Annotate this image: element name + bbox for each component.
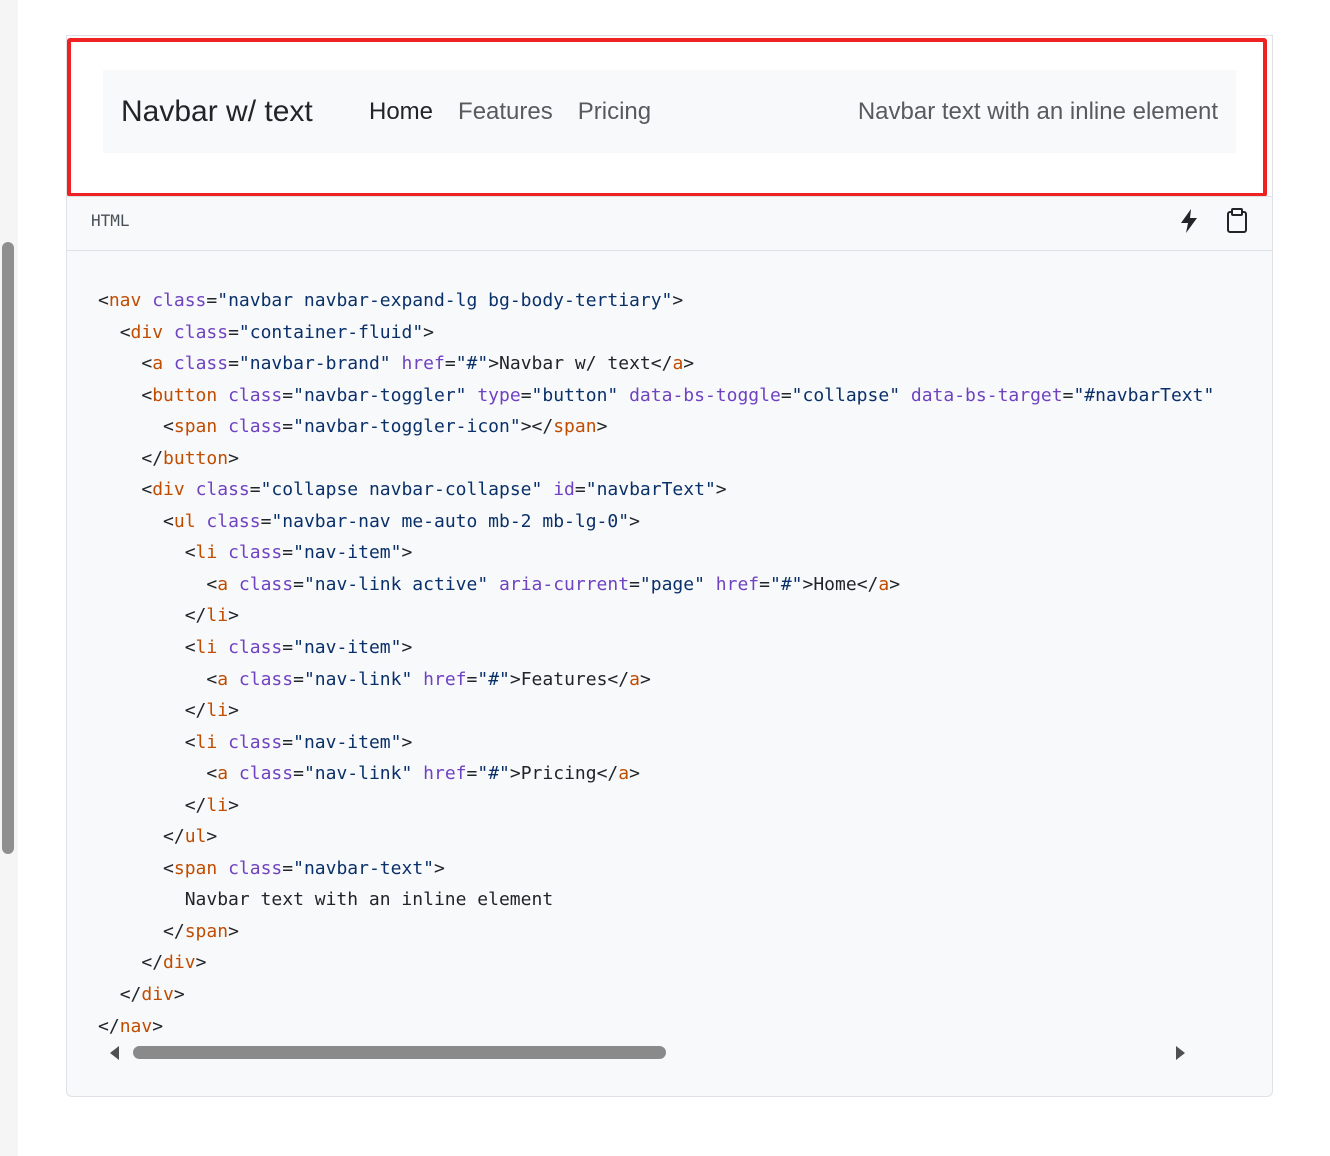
scroll-right-arrow-icon[interactable] [1176,1046,1185,1060]
code-panel: HTML <nav class="navbar navbar-expand-lg… [66,196,1273,1097]
code-header: HTML [67,197,1272,251]
nav-item: Home [369,96,458,128]
nav-link-features[interactable]: Features [458,98,553,125]
code-content: <nav class="navbar navbar-expand-lg bg-b… [98,290,1215,1037]
nav-link-home[interactable]: Home [369,98,433,125]
code-language-label: HTML [91,211,130,230]
lightning-bolt-button[interactable] [1175,207,1203,235]
copy-button[interactable] [1223,207,1251,235]
navbar-brand[interactable]: Navbar w/ text [121,92,313,132]
lightning-bolt-icon [1181,209,1197,233]
code-scroll-area[interactable]: <nav class="navbar navbar-expand-lg bg-b… [98,285,1230,1063]
page-scrollbar-thumb[interactable] [2,242,14,854]
nav-link-pricing[interactable]: Pricing [578,98,651,125]
scroll-left-arrow-icon[interactable] [110,1046,119,1060]
example-navbar: Navbar w/ text Home Features Pricing Nav… [103,70,1236,153]
page-scrollbar-track[interactable] [0,0,18,1156]
clipboard-icon [1227,208,1247,233]
code-horizontal-scrollbar[interactable] [98,1040,1198,1064]
nav-item: Features [458,96,578,128]
nav-item: Pricing [578,96,676,128]
scrollbar-thumb[interactable] [133,1046,666,1059]
navbar-nav-list: Home Features Pricing [369,96,676,128]
navbar-text: Navbar text with an inline element [857,98,1218,125]
